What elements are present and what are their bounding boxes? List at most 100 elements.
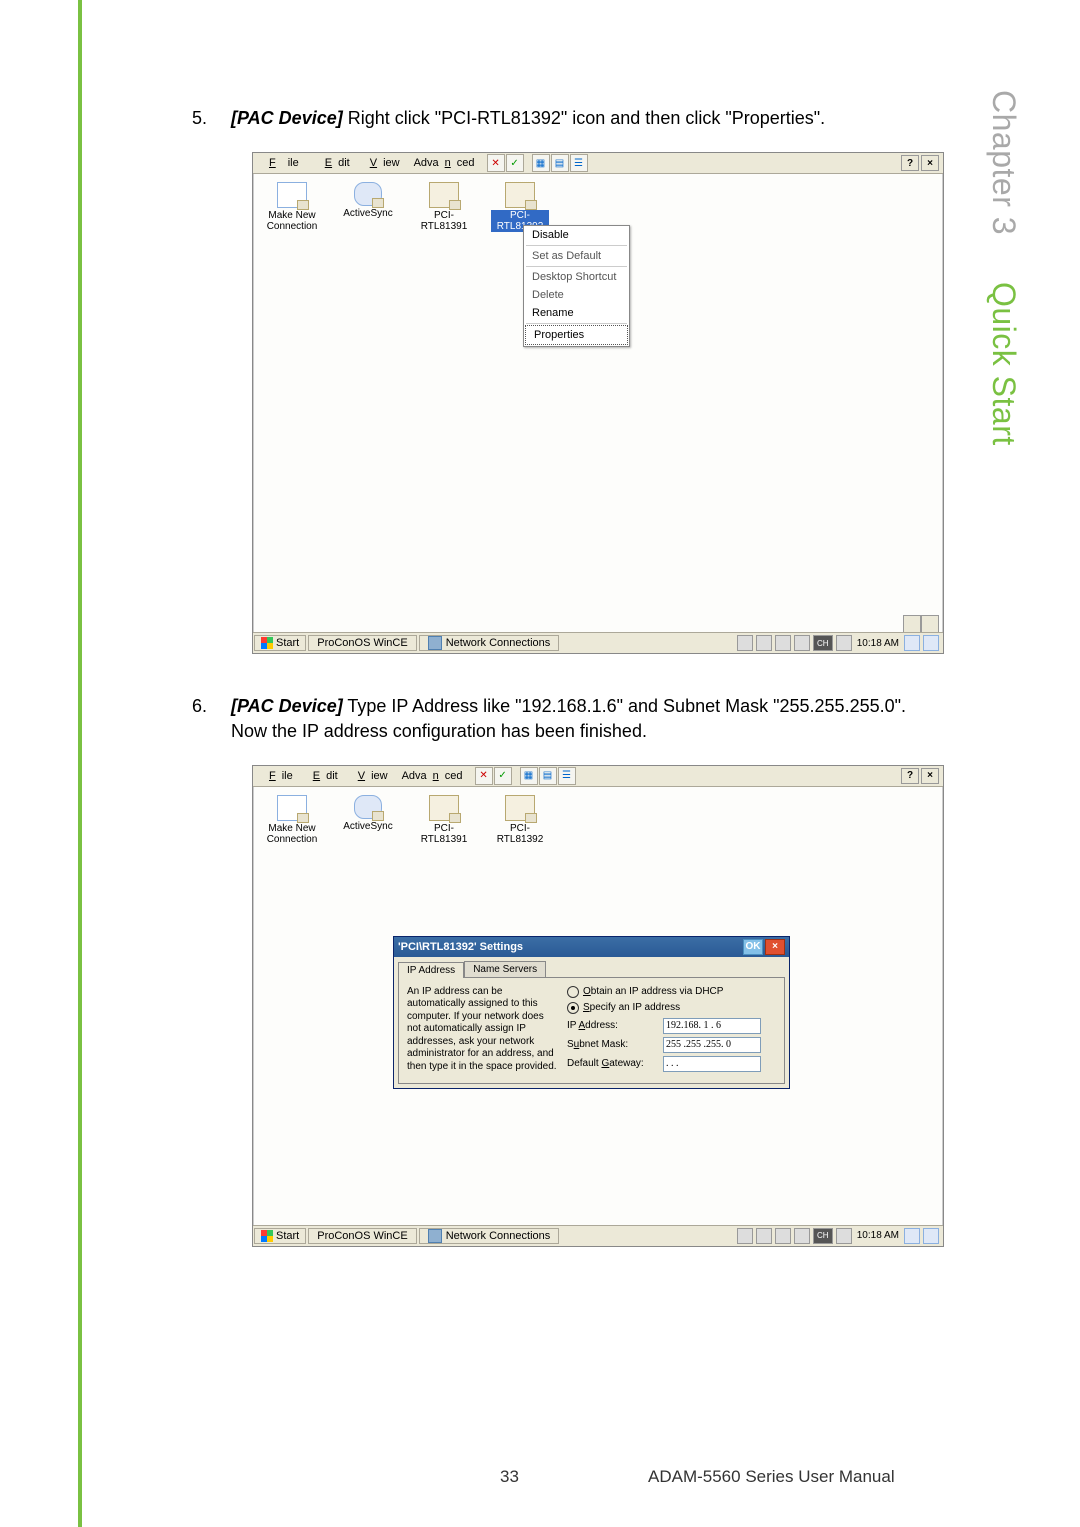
tool-delete-icon-2[interactable]: ✕	[475, 767, 493, 785]
tool-view-large-icon[interactable]: ▦	[532, 154, 550, 172]
tray-desktop-icon-2[interactable]	[904, 1228, 920, 1244]
network-icon	[428, 636, 442, 650]
input-subnet-mask[interactable]: 255 .255 .255. 0	[663, 1037, 761, 1053]
menu-edit[interactable]: Edit	[313, 155, 356, 171]
tool-view-small-icon-2[interactable]: ▤	[539, 767, 557, 785]
side-heading: Chapter 3 Quick Start	[985, 90, 1022, 446]
label-mask: Subnet Mask:	[567, 1039, 657, 1050]
dialog-body: An IP address can be automatically assig…	[398, 977, 785, 1084]
radio-dhcp[interactable]: Obtain an IP address via DHCP	[567, 986, 776, 998]
menu-view[interactable]: View	[358, 155, 406, 171]
pci-rtl81391-icon-2[interactable]: PCI-RTL81391	[415, 795, 473, 845]
tool-properties-icon-2[interactable]: ✓	[494, 767, 512, 785]
context-delete[interactable]: Delete	[524, 286, 629, 304]
taskbar-proconos-2[interactable]: ProConOS WinCE	[308, 1228, 416, 1244]
close-button-2[interactable]: ×	[921, 768, 939, 784]
side-green-bar	[78, 0, 82, 1527]
start-button[interactable]: Start	[254, 635, 306, 651]
tray-ime-ch-2[interactable]: CH	[813, 1228, 833, 1244]
content-area: 5. [PAC Device] Right click "PCI-RTL8139…	[192, 106, 942, 1287]
tray-icon-3[interactable]	[775, 635, 791, 651]
tray-network-icon-2[interactable]	[836, 1228, 852, 1244]
tray-end-icon-2[interactable]	[923, 1228, 939, 1244]
tool-view-details-icon-2[interactable]: ☰	[558, 767, 576, 785]
sip-arrow-icon[interactable]	[921, 615, 939, 633]
dialog-description: An IP address can be automatically assig…	[407, 986, 557, 1075]
clock-2: 10:18 AM	[855, 1230, 901, 1241]
settings-dialog: 'PCI\RTL81392' Settings OK × IP Address …	[393, 936, 790, 1089]
menu-advanced-2[interactable]: Advanced	[396, 768, 469, 784]
windows-flag-icon	[261, 637, 273, 649]
make-new-connection-icon-2[interactable]: Make NewConnection	[263, 795, 321, 845]
system-tray: CH 10:18 AM	[737, 635, 943, 651]
tray-icon-1[interactable]	[737, 635, 753, 651]
menu-file-2[interactable]: File	[257, 768, 299, 784]
context-desktop-shortcut[interactable]: Desktop Shortcut	[524, 268, 629, 286]
tab-ip-address[interactable]: IP Address	[398, 962, 464, 978]
context-disable[interactable]: Disable	[524, 226, 629, 244]
side-heading-title: Quick Start	[986, 282, 1022, 446]
context-menu: Disable Set as Default Desktop Shortcut …	[523, 225, 630, 347]
pci-rtl81391-icon[interactable]: PCI-RTL81391	[415, 182, 473, 232]
window-controls-2: ? ×	[901, 768, 939, 784]
taskbar-2: Start ProConOS WinCE Network Connections…	[253, 1225, 943, 1246]
menu-edit-2[interactable]: Edit	[301, 768, 344, 784]
menubar: File Edit View Advanced ✕ ✓ ▦ ▤ ☰	[253, 153, 943, 174]
step-6: 6. [PAC Device] Type IP Address like "19…	[192, 694, 942, 743]
activesync-icon-2[interactable]: ActiveSync	[339, 795, 397, 832]
help-button[interactable]: ?	[901, 155, 919, 171]
screenshot-ip-settings: File Edit View Advanced ✕ ✓ ▦ ▤ ☰ ? × Ma…	[252, 765, 944, 1247]
tray-icon-3b[interactable]	[775, 1228, 791, 1244]
radio-specify[interactable]: Specify an IP address	[567, 1002, 776, 1014]
menu-advanced[interactable]: Advanced	[408, 155, 481, 171]
dialog-title: 'PCI\RTL81392' Settings	[398, 941, 523, 953]
tray-ime-ch[interactable]: CH	[813, 635, 833, 651]
dialog-titlebar: 'PCI\RTL81392' Settings OK ×	[394, 937, 789, 957]
step-5: 5. [PAC Device] Right click "PCI-RTL8139…	[192, 106, 942, 130]
tray-desktop-icon[interactable]	[904, 635, 920, 651]
tray-icon-4[interactable]	[794, 635, 810, 651]
taskbar: Start ProConOS WinCE Network Connections…	[253, 632, 943, 653]
windows-flag-icon-2	[261, 1230, 273, 1242]
tool-view-details-icon[interactable]: ☰	[570, 154, 588, 172]
pci-rtl81392-icon-2[interactable]: PCI-RTL81392	[491, 795, 549, 845]
menu-view-2[interactable]: View	[346, 768, 394, 784]
dialog-tabs: IP Address Name Servers	[398, 961, 785, 977]
taskbar-network-connections-2[interactable]: Network Connections	[419, 1228, 560, 1244]
system-tray-2: CH 10:18 AM	[737, 1228, 943, 1244]
side-heading-chapter: Chapter 3	[986, 90, 1022, 235]
make-new-connection-icon[interactable]: Make NewConnection	[263, 182, 321, 232]
tool-view-small-icon[interactable]: ▤	[551, 154, 569, 172]
menubar-2: File Edit View Advanced ✕ ✓ ▦ ▤ ☰	[253, 766, 943, 787]
input-default-gateway[interactable]: . . .	[663, 1056, 761, 1072]
toolbar-buttons: ✕ ✓ ▦ ▤ ☰	[487, 154, 588, 172]
tray-end-icon[interactable]	[923, 635, 939, 651]
label-gw: Default Gateway:	[567, 1058, 657, 1069]
dialog-ok-button[interactable]: OK	[743, 939, 763, 955]
activesync-icon[interactable]: ActiveSync	[339, 182, 397, 219]
taskbar-proconos[interactable]: ProConOS WinCE	[308, 635, 416, 651]
menu-file[interactable]: File	[257, 155, 311, 171]
close-button[interactable]: ×	[921, 155, 939, 171]
context-set-default[interactable]: Set as Default	[524, 247, 629, 265]
window-controls: ? ×	[901, 155, 939, 171]
tool-view-large-icon-2[interactable]: ▦	[520, 767, 538, 785]
input-ip-address[interactable]: 192.168. 1 . 6	[663, 1018, 761, 1034]
tray-icon-1b[interactable]	[737, 1228, 753, 1244]
taskbar-network-connections[interactable]: Network Connections	[419, 635, 560, 651]
tool-delete-icon[interactable]: ✕	[487, 154, 505, 172]
dialog-close-button[interactable]: ×	[765, 939, 785, 955]
tray-icon-2b[interactable]	[756, 1228, 772, 1244]
tab-name-servers[interactable]: Name Servers	[464, 961, 546, 977]
screenshot-context-menu: File Edit View Advanced ✕ ✓ ▦ ▤ ☰ ? × Ma…	[252, 152, 944, 654]
tray-icon-4b[interactable]	[794, 1228, 810, 1244]
clock: 10:18 AM	[855, 638, 901, 649]
context-properties[interactable]: Properties	[525, 325, 628, 345]
tray-icon-2[interactable]	[756, 635, 772, 651]
context-rename[interactable]: Rename	[524, 304, 629, 322]
tool-properties-icon[interactable]: ✓	[506, 154, 524, 172]
sip-keyboard-icon[interactable]	[903, 615, 921, 633]
help-button-2[interactable]: ?	[901, 768, 919, 784]
tray-network-icon[interactable]	[836, 635, 852, 651]
start-button-2[interactable]: Start	[254, 1228, 306, 1244]
